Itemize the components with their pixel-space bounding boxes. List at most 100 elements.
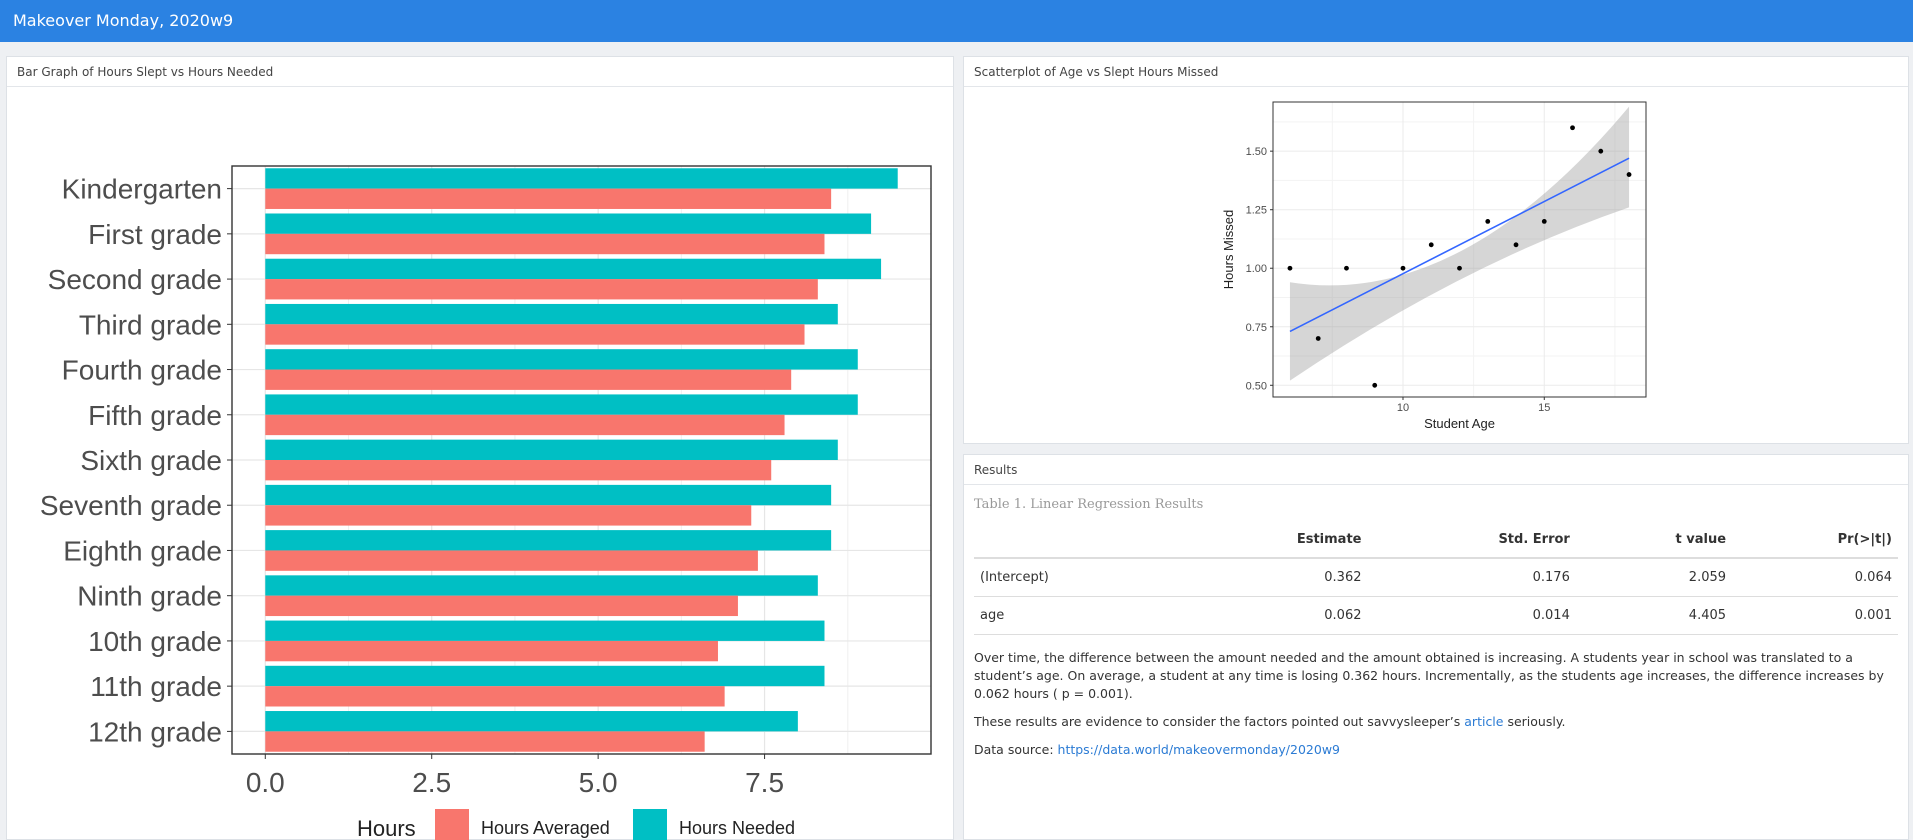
evidence-text: These results are evidence to consider t…	[974, 714, 1465, 729]
table-cell: 0.362	[1176, 558, 1368, 597]
bar-graph-panel-title: Bar Graph of Hours Slept vs Hours Needed	[7, 57, 953, 87]
bar	[265, 324, 805, 345]
table-cell: 0.001	[1732, 596, 1898, 635]
category-label: Fifth grade	[88, 400, 222, 431]
bar	[265, 530, 832, 551]
table-header: Std. Error	[1367, 522, 1576, 559]
bar	[265, 349, 858, 370]
y-tick-label: 1.25	[1246, 205, 1267, 217]
table-cell: 0.062	[1176, 596, 1368, 635]
table-header	[974, 522, 1177, 559]
bar	[265, 665, 825, 687]
table-cell: 0.064	[1732, 558, 1898, 597]
source-link[interactable]: https://data.world/makeovermonday/2020w9	[1058, 742, 1340, 757]
category-label: Kindergarten	[62, 174, 222, 205]
data-point	[1485, 219, 1491, 224]
bar	[265, 620, 825, 641]
scatter-chart: 10 15 0.50 0.75 1.00 1.25 1.50 Student Age Hours…	[1221, 101, 1647, 431]
app-navbar: Makeover Monday, 2020w9	[0, 0, 1913, 42]
table-cell: 0.014	[1367, 596, 1576, 635]
table-cell: 0.176	[1367, 558, 1576, 597]
bar-graph-panel: Bar Graph of Hours Slept vs Hours Needed…	[6, 56, 954, 840]
bar	[265, 439, 838, 460]
table-header: Estimate	[1176, 522, 1368, 559]
legend-title: Hours	[357, 816, 416, 840]
y-tick-label: 1.00	[1246, 263, 1267, 275]
category-label: Fourth grade	[62, 355, 222, 386]
scatter-panel: Scatterplot of Age vs Slept Hours Missed…	[963, 56, 1909, 444]
bar	[265, 505, 752, 526]
table-cell: (Intercept)	[974, 558, 1177, 597]
bar	[265, 168, 898, 189]
category-label: Seventh grade	[40, 490, 222, 521]
bar	[265, 213, 872, 234]
article-link[interactable]: article	[1464, 714, 1503, 729]
bar	[265, 460, 772, 481]
bar	[265, 595, 738, 617]
bar	[265, 640, 718, 662]
source-label: Data source:	[974, 742, 1058, 757]
table-cell: age	[974, 596, 1177, 635]
y-tick-label: 1.50	[1246, 146, 1267, 158]
data-point	[1372, 382, 1378, 388]
data-point	[1626, 172, 1632, 177]
bar	[265, 279, 818, 300]
data-point	[1400, 265, 1406, 271]
table-header: Pr(>|t|)	[1732, 522, 1898, 559]
bar	[265, 711, 798, 732]
evidence-paragraph: These results are evidence to consider t…	[974, 713, 1898, 731]
category-label: Eighth grade	[63, 535, 222, 566]
table-header-row: Estimate Std. Error t value Pr(>|t|)	[974, 522, 1898, 559]
table-cell: 4.405	[1575, 596, 1733, 635]
bar	[265, 233, 825, 255]
legend-label: Hours Averaged	[481, 818, 610, 838]
evidence-text-end: seriously.	[1503, 714, 1566, 729]
category-label: First grade	[88, 219, 222, 250]
category-label: 10th grade	[88, 626, 222, 657]
table-caption: Table 1. Linear Regression Results	[974, 497, 1204, 512]
category-label: Ninth grade	[77, 581, 222, 612]
bar-chart: Kindergarten First grade Second grade Third…	[40, 165, 932, 840]
bar	[265, 731, 705, 752]
table-row: (Intercept) 0.362 0.176 2.059 0.064	[974, 558, 1898, 597]
bar	[265, 575, 818, 596]
category-label: Third grade	[79, 309, 222, 340]
bar	[265, 258, 882, 280]
category-label: Sixth grade	[80, 445, 222, 476]
bar	[265, 550, 758, 571]
bar	[265, 484, 832, 506]
data-point	[1598, 148, 1604, 154]
summary-paragraph: Over time, the difference between the am…	[974, 650, 1884, 701]
category-label: 11th grade	[90, 671, 222, 702]
x-tick-label: 2.5	[412, 767, 451, 798]
y-tick-label: 0.75	[1246, 322, 1267, 334]
data-point	[1570, 125, 1575, 131]
data-point	[1428, 242, 1434, 248]
data-point	[1541, 219, 1547, 224]
data-point	[1513, 242, 1519, 248]
legend-swatch	[633, 809, 667, 840]
scatter-panel-title: Scatterplot of Age vs Slept Hours Missed	[964, 57, 1908, 87]
data-point	[1315, 336, 1321, 341]
x-tick-label: 0.0	[246, 767, 285, 798]
data-point	[1287, 265, 1293, 271]
x-tick-label: 5.0	[579, 767, 618, 798]
table-cell: 2.059	[1575, 558, 1733, 597]
bar	[265, 414, 785, 436]
data-point	[1457, 265, 1462, 271]
x-tick-label: 7.5	[745, 767, 784, 798]
regression-table: Estimate Std. Error t value Pr(>|t|) (In…	[974, 522, 1898, 635]
data-point	[1344, 265, 1349, 271]
x-axis-label: Student Age	[1424, 416, 1495, 431]
results-panel: Results Table 1. Linear Regression Resul…	[963, 454, 1909, 840]
category-label: Second grade	[48, 264, 222, 295]
y-axis-label: Hours Missed	[1221, 210, 1236, 289]
y-tick-label: 0.50	[1246, 380, 1267, 392]
category-label: 12th grade	[88, 716, 222, 747]
bar	[265, 394, 858, 415]
table-header: t value	[1575, 522, 1733, 559]
x-tick-label: 15	[1538, 402, 1550, 414]
app-title: Makeover Monday, 2020w9	[13, 11, 234, 30]
bar	[265, 188, 832, 209]
legend-label: Hours Needed	[679, 818, 795, 838]
